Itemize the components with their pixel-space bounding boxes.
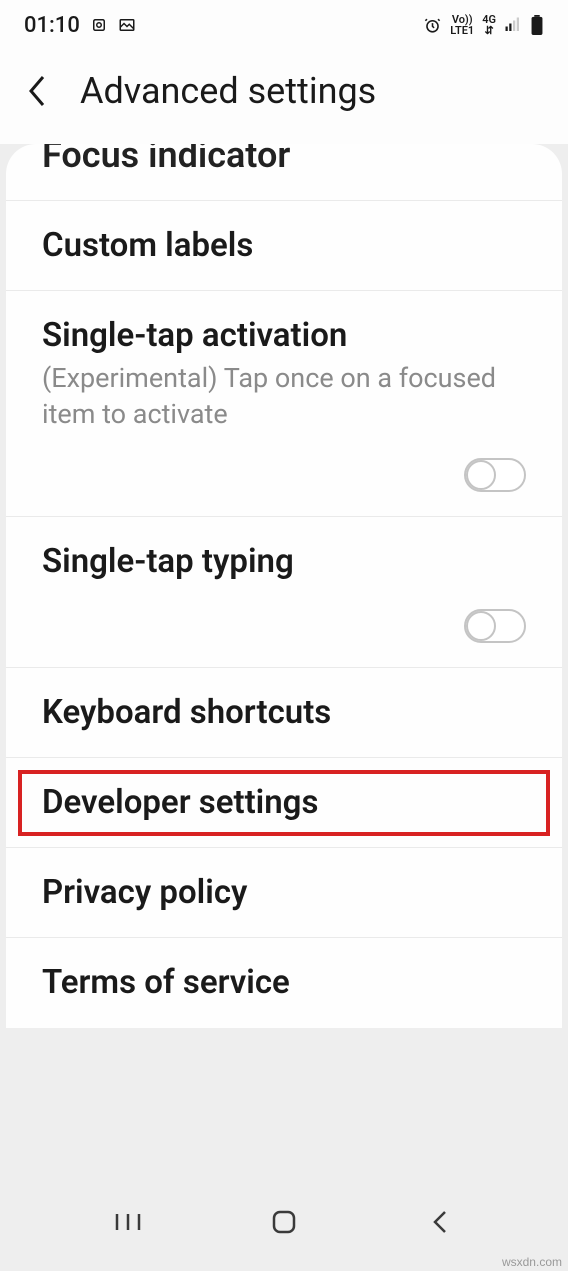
status-bar: 01:10 Vo)) LTE1 4G ⇵ bbox=[0, 0, 568, 50]
setting-title: Single-tap typing bbox=[42, 541, 526, 582]
back-button[interactable] bbox=[22, 76, 52, 106]
page-title: Advanced settings bbox=[80, 70, 376, 112]
watermark: wsxdn.com bbox=[502, 1255, 562, 1269]
volte-indicator: Vo)) LTE1 bbox=[450, 14, 474, 36]
nav-back-button[interactable] bbox=[416, 1198, 464, 1246]
setting-privacy-policy[interactable]: Privacy policy bbox=[6, 848, 562, 938]
setting-title: Custom labels bbox=[42, 225, 526, 266]
status-right: Vo)) LTE1 4G ⇵ bbox=[423, 14, 544, 36]
navigation-bar bbox=[0, 1187, 568, 1257]
image-icon bbox=[118, 16, 136, 34]
settings-list: Focus indicator Custom labels Single-tap… bbox=[6, 144, 562, 1028]
battery-icon bbox=[530, 15, 544, 35]
network-4g: 4G ⇵ bbox=[482, 14, 496, 36]
setting-title: Developer settings bbox=[42, 782, 526, 823]
alarm-clock-icon bbox=[423, 16, 442, 35]
setting-title: Terms of service bbox=[42, 962, 526, 1003]
alarm-icon bbox=[90, 16, 108, 34]
setting-title: Single-tap activation bbox=[42, 315, 526, 356]
setting-custom-labels[interactable]: Custom labels bbox=[6, 201, 562, 291]
setting-title: Privacy policy bbox=[42, 872, 526, 913]
status-left: 01:10 bbox=[24, 13, 136, 38]
setting-focus-indicator[interactable]: Focus indicator bbox=[6, 144, 562, 201]
setting-keyboard-shortcuts[interactable]: Keyboard shortcuts bbox=[6, 668, 562, 758]
status-time: 01:10 bbox=[24, 13, 80, 38]
setting-terms-of-service[interactable]: Terms of service bbox=[6, 938, 562, 1027]
single-tap-typing-toggle[interactable] bbox=[464, 609, 526, 643]
setting-developer-settings[interactable]: Developer settings bbox=[6, 758, 562, 848]
setting-single-tap-typing[interactable]: Single-tap typing bbox=[6, 517, 562, 667]
single-tap-activation-toggle[interactable] bbox=[464, 458, 526, 492]
recents-button[interactable] bbox=[104, 1198, 152, 1246]
home-button[interactable] bbox=[260, 1198, 308, 1246]
page-header: Advanced settings bbox=[0, 50, 568, 144]
setting-title: Keyboard shortcuts bbox=[42, 692, 526, 733]
setting-subtitle: (Experimental) Tap once on a focused ite… bbox=[42, 360, 526, 432]
signal-icon bbox=[504, 16, 522, 34]
setting-single-tap-activation[interactable]: Single-tap activation (Experimental) Tap… bbox=[6, 291, 562, 518]
setting-title: Focus indicator bbox=[42, 144, 526, 176]
